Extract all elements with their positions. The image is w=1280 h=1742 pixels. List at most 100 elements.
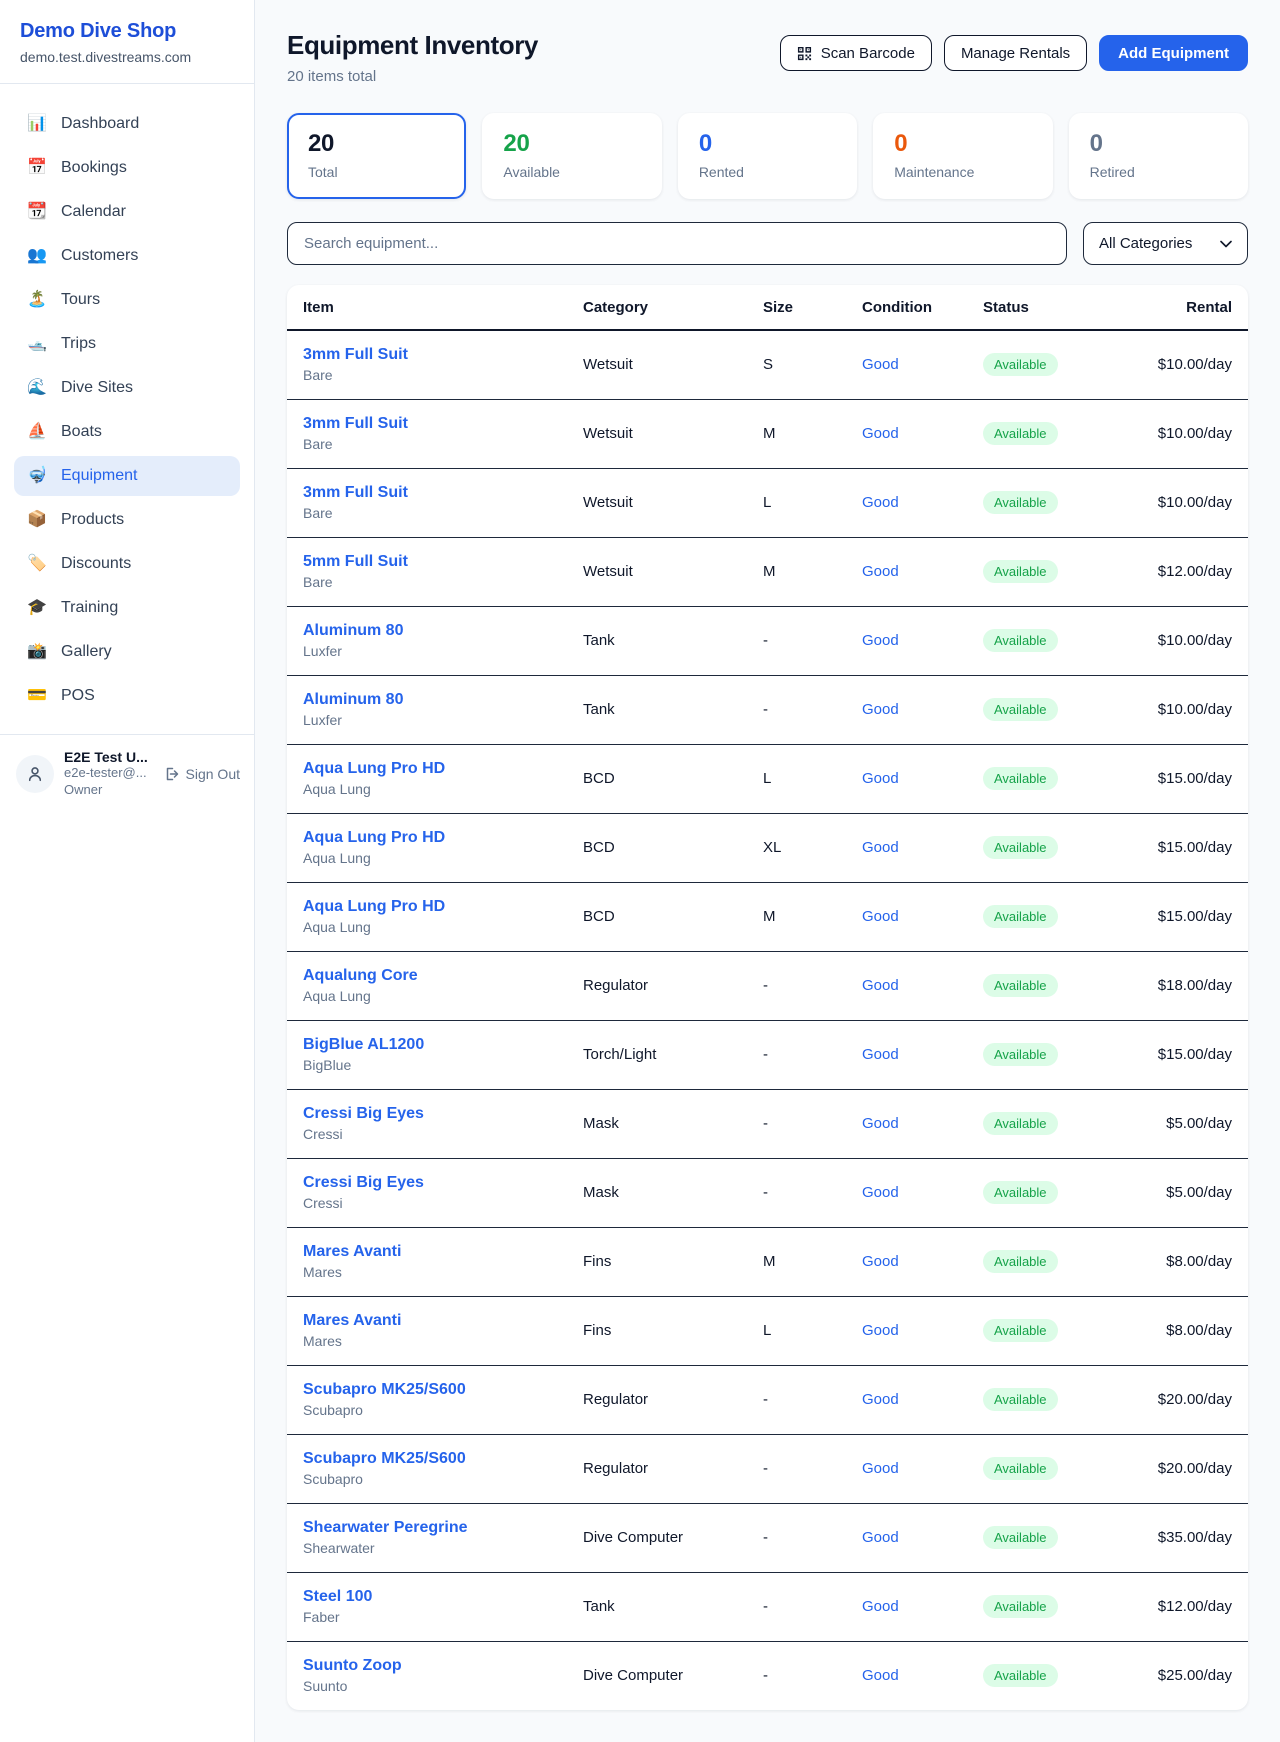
item-name-link[interactable]: Aqualung Core — [303, 967, 551, 985]
sidebar-item-equipment[interactable]: 🤿 Equipment — [14, 456, 240, 496]
user-name: E2E Test U... — [64, 749, 154, 765]
stat-card-retired[interactable]: 0 Retired — [1069, 113, 1248, 199]
status-badge: Available — [983, 1595, 1058, 1618]
item-name-link[interactable]: Mares Avanti — [303, 1243, 551, 1261]
category-cell: BCD — [567, 813, 747, 882]
rental-cell: $10.00/day — [1107, 330, 1248, 399]
condition-link[interactable]: Good — [862, 563, 899, 580]
condition-link[interactable]: Good — [862, 1322, 899, 1339]
item-brand: Mares — [303, 1333, 551, 1349]
header-actions: Scan Barcode Manage Rentals Add Equipmen… — [780, 30, 1248, 71]
rental-cell: $10.00/day — [1107, 468, 1248, 537]
condition-link[interactable]: Good — [862, 356, 899, 373]
stat-card-available[interactable]: 20 Available — [482, 113, 661, 199]
condition-link[interactable]: Good — [862, 1598, 899, 1615]
item-name-link[interactable]: Aluminum 80 — [303, 622, 551, 640]
table-row: Scubapro MK25/S600 Scubapro Regulator - … — [287, 1365, 1248, 1434]
condition-link[interactable]: Good — [862, 1115, 899, 1132]
stat-card-maintenance[interactable]: 0 Maintenance — [873, 113, 1052, 199]
item-brand: Bare — [303, 574, 551, 590]
item-name-link[interactable]: Suunto Zoop — [303, 1657, 551, 1675]
item-name-link[interactable]: Cressi Big Eyes — [303, 1174, 551, 1192]
items-total-count: 20 items total — [287, 68, 538, 85]
sidebar-user-section: E2E Test U... e2e-tester@... Owner Sign … — [0, 734, 254, 813]
item-name-link[interactable]: Steel 100 — [303, 1588, 551, 1606]
condition-link[interactable]: Good — [862, 632, 899, 649]
sidebar-item-discounts[interactable]: 🏷️ Discounts — [14, 544, 240, 584]
condition-link[interactable]: Good — [862, 425, 899, 442]
item-name-link[interactable]: Aqua Lung Pro HD — [303, 829, 551, 847]
condition-link[interactable]: Good — [862, 1667, 899, 1684]
item-name-link[interactable]: Aqua Lung Pro HD — [303, 760, 551, 778]
sign-out-label: Sign Out — [186, 766, 240, 782]
sidebar: Demo Dive Shop demo.test.divestreams.com… — [0, 0, 255, 1742]
sidebar-item-customers[interactable]: 👥 Customers — [14, 236, 240, 276]
table-row: Aqua Lung Pro HD Aqua Lung BCD L Good Av… — [287, 744, 1248, 813]
stat-label: Rented — [699, 164, 836, 180]
table-row: Mares Avanti Mares Fins L Good Available… — [287, 1296, 1248, 1365]
calendar-icon: 📅 — [26, 160, 48, 176]
item-name-link[interactable]: Scubapro MK25/S600 — [303, 1381, 551, 1399]
item-name-link[interactable]: Aluminum 80 — [303, 691, 551, 709]
sidebar-item-dashboard[interactable]: 📊 Dashboard — [14, 104, 240, 144]
item-name-link[interactable]: BigBlue AL1200 — [303, 1036, 551, 1054]
item-name-link[interactable]: Cressi Big Eyes — [303, 1105, 551, 1123]
condition-link[interactable]: Good — [862, 1529, 899, 1546]
diving-mask-icon: 🤿 — [26, 468, 48, 484]
stat-card-rented[interactable]: 0 Rented — [678, 113, 857, 199]
sidebar-item-pos[interactable]: 💳 POS — [14, 676, 240, 716]
wave-icon: 🌊 — [26, 380, 48, 396]
condition-link[interactable]: Good — [862, 1253, 899, 1270]
item-brand: Suunto — [303, 1678, 551, 1694]
condition-link[interactable]: Good — [862, 494, 899, 511]
stat-card-total[interactable]: 20 Total — [287, 113, 466, 199]
size-cell: L — [747, 744, 846, 813]
condition-link[interactable]: Good — [862, 908, 899, 925]
category-select[interactable]: All Categories — [1083, 222, 1248, 265]
item-name-link[interactable]: 5mm Full Suit — [303, 553, 551, 571]
sidebar-item-boats[interactable]: ⛵ Boats — [14, 412, 240, 452]
item-name-link[interactable]: Scubapro MK25/S600 — [303, 1450, 551, 1468]
sidebar-item-bookings[interactable]: 📅 Bookings — [14, 148, 240, 188]
condition-link[interactable]: Good — [862, 839, 899, 856]
item-name-link[interactable]: Shearwater Peregrine — [303, 1519, 551, 1537]
item-name-link[interactable]: 3mm Full Suit — [303, 346, 551, 364]
sign-out-button[interactable]: Sign Out — [164, 766, 240, 782]
add-equipment-button[interactable]: Add Equipment — [1099, 35, 1248, 71]
sidebar-item-calendar[interactable]: 📆 Calendar — [14, 192, 240, 232]
status-badge: Available — [983, 491, 1058, 514]
condition-link[interactable]: Good — [862, 1460, 899, 1477]
sidebar-item-tours[interactable]: 🏝️ Tours — [14, 280, 240, 320]
column-header-rental: Rental — [1107, 285, 1248, 330]
category-cell: Mask — [567, 1158, 747, 1227]
item-name-link[interactable]: Aqua Lung Pro HD — [303, 898, 551, 916]
search-input[interactable] — [287, 222, 1067, 265]
item-brand: Aqua Lung — [303, 781, 551, 797]
condition-link[interactable]: Good — [862, 1046, 899, 1063]
sidebar-item-training[interactable]: 🎓 Training — [14, 588, 240, 628]
column-header-category: Category — [567, 285, 747, 330]
status-badge: Available — [983, 767, 1058, 790]
condition-link[interactable]: Good — [862, 1184, 899, 1201]
condition-link[interactable]: Good — [862, 977, 899, 994]
sidebar-item-products[interactable]: 📦 Products — [14, 500, 240, 540]
item-name-link[interactable]: 3mm Full Suit — [303, 415, 551, 433]
shop-domain: demo.test.divestreams.com — [20, 49, 234, 65]
equipment-table-card: Item Category Size Condition Status Rent… — [287, 285, 1248, 1710]
item-name-link[interactable]: Mares Avanti — [303, 1312, 551, 1330]
sidebar-item-dive-sites[interactable]: 🌊 Dive Sites — [14, 368, 240, 408]
item-brand: Luxfer — [303, 712, 551, 728]
manage-rentals-button[interactable]: Manage Rentals — [944, 35, 1087, 71]
item-brand: Shearwater — [303, 1540, 551, 1556]
sidebar-item-gallery[interactable]: 📸 Gallery — [14, 632, 240, 672]
category-cell: Fins — [567, 1296, 747, 1365]
sidebar-item-trips[interactable]: 🛥️ Trips — [14, 324, 240, 364]
column-header-size: Size — [747, 285, 846, 330]
condition-link[interactable]: Good — [862, 770, 899, 787]
condition-link[interactable]: Good — [862, 701, 899, 718]
manage-rentals-label: Manage Rentals — [961, 45, 1070, 62]
item-name-link[interactable]: 3mm Full Suit — [303, 484, 551, 502]
size-cell: M — [747, 882, 846, 951]
scan-barcode-button[interactable]: Scan Barcode — [780, 35, 932, 71]
condition-link[interactable]: Good — [862, 1391, 899, 1408]
